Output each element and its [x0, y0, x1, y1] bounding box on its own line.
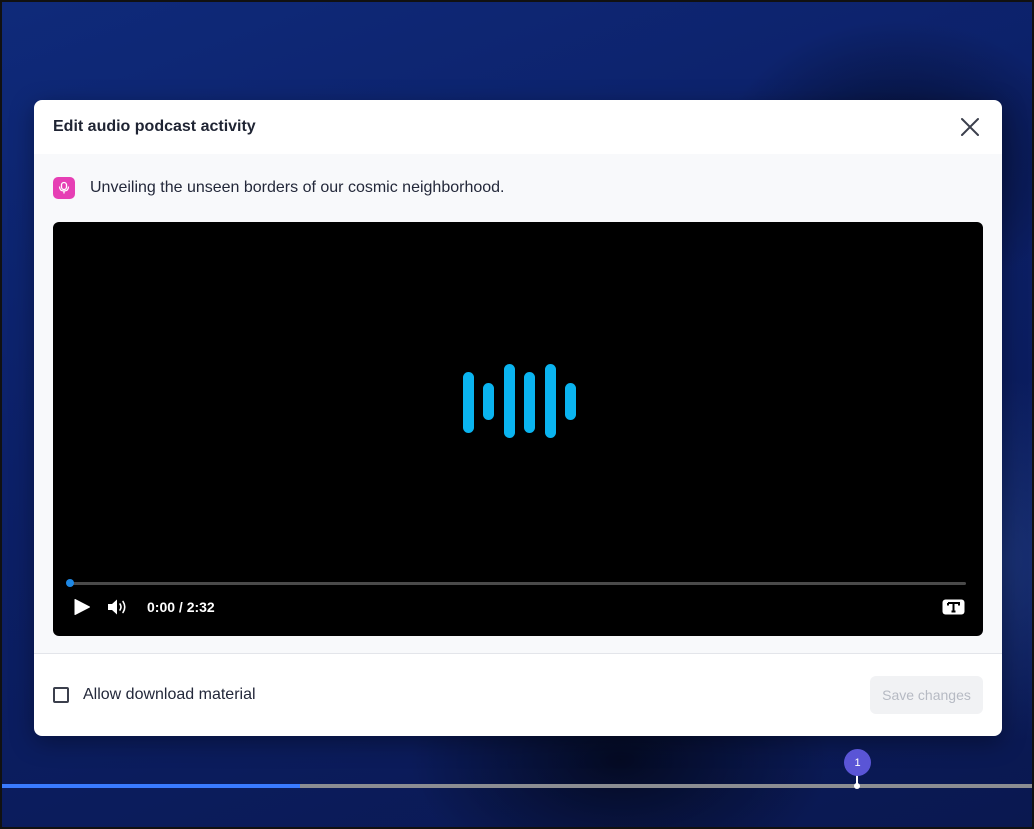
allow-download-label: Allow download material: [83, 686, 256, 703]
dialog-header: Edit audio podcast activity: [34, 100, 1002, 154]
timeline-marker-badge[interactable]: 1: [844, 749, 871, 776]
seek-handle[interactable]: [66, 579, 74, 587]
play-icon: [74, 599, 90, 615]
volume-icon: [108, 599, 126, 615]
activity-row: Unveiling the unseen borders of our cosm…: [53, 154, 983, 222]
audio-player[interactable]: 0:00 / 2:32: [53, 222, 983, 636]
close-button[interactable]: [956, 113, 984, 141]
allow-download-checkbox[interactable]: [53, 687, 69, 703]
activity-title: Unveiling the unseen borders of our cosm…: [90, 179, 505, 196]
captions-button[interactable]: [942, 599, 965, 615]
podcast-microphone-icon: [53, 177, 75, 199]
timeline-progress: [0, 784, 300, 788]
dialog-body: Unveiling the unseen borders of our cosm…: [34, 154, 1002, 654]
play-button[interactable]: [73, 598, 91, 616]
video-timeline[interactable]: [0, 784, 1034, 788]
close-icon: [961, 118, 979, 136]
audio-waveform-icon: [463, 364, 576, 438]
captions-icon: [942, 599, 965, 615]
dialog-title: Edit audio podcast activity: [53, 118, 256, 135]
save-changes-button[interactable]: Save changes: [870, 676, 983, 714]
dialog-footer: Allow download material Save changes: [34, 654, 1002, 736]
allow-download-option[interactable]: Allow download material: [53, 686, 256, 704]
seek-bar[interactable]: [66, 579, 966, 587]
volume-button[interactable]: [107, 598, 129, 616]
player-controls: 0:00 / 2:32: [73, 596, 965, 618]
edit-activity-dialog: Edit audio podcast activity Unveiling th…: [34, 100, 1002, 736]
time-display: 0:00 / 2:32: [147, 599, 215, 615]
timeline-marker-dot[interactable]: [854, 783, 860, 789]
